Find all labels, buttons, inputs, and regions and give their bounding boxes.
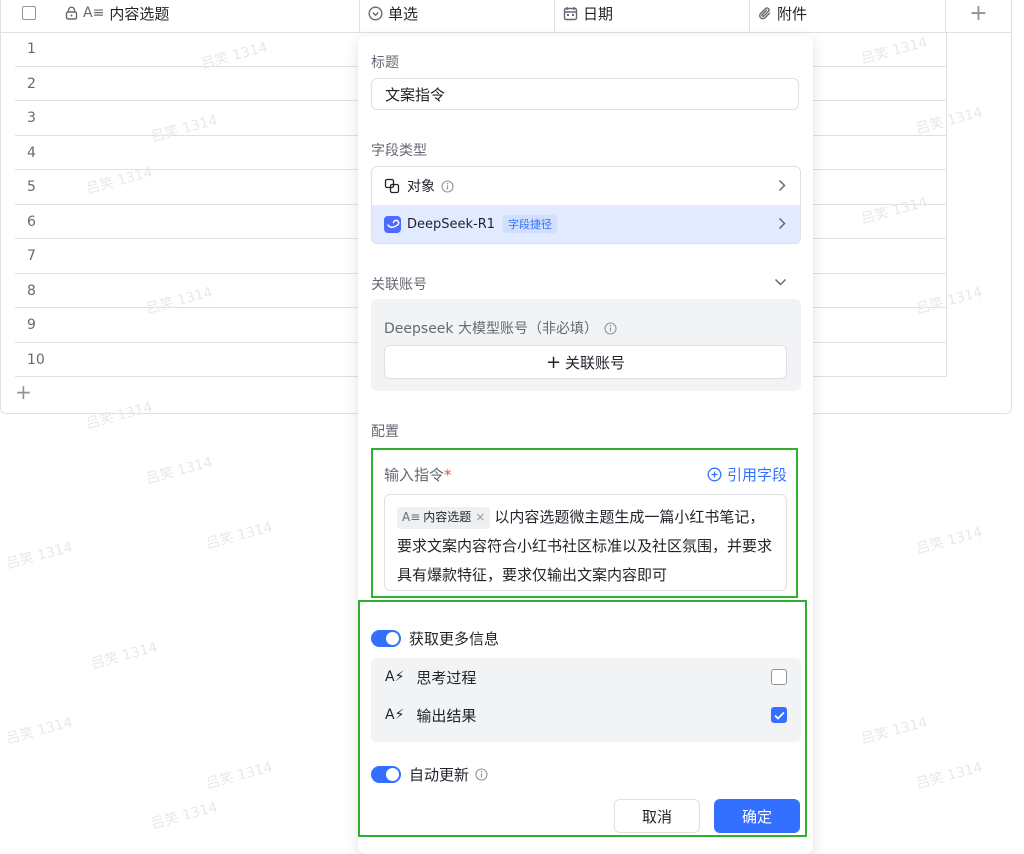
- chevron-right-icon: [778, 177, 786, 196]
- config-label: 配置: [371, 424, 399, 440]
- row-number: 4: [27, 144, 36, 161]
- link-account-button[interactable]: + 关联账号: [384, 345, 787, 379]
- table-header: A≡ 内容选题 单选 日期 附件 +: [1, 0, 1011, 33]
- row-number: 2: [27, 75, 36, 92]
- column-label: 附件: [777, 4, 808, 23]
- linked-account-label: 关联账号: [371, 277, 427, 293]
- field-type-object[interactable]: 对象: [372, 167, 800, 205]
- calendar-icon: [563, 6, 578, 21]
- single-select-icon: [368, 5, 383, 21]
- title-input-value: 文案指令: [385, 85, 446, 104]
- watermark-text: 吕笑 1314: [204, 519, 275, 553]
- plus-icon: +: [969, 0, 988, 26]
- row-number: 3: [27, 110, 36, 126]
- account-hint: Deepseek 大模型账号（非必填）: [384, 318, 617, 338]
- title-label: 标题: [371, 55, 399, 71]
- row-number: 9: [27, 317, 36, 333]
- watermark-text: 吕笑 1314: [144, 454, 215, 488]
- field-type-deepseek-label: DeepSeek-R1: [407, 216, 496, 232]
- row-number: 10: [27, 351, 45, 368]
- select-all-cell[interactable]: [1, 0, 57, 32]
- field-type-label: 字段类型: [371, 143, 427, 159]
- row-number: 1: [27, 41, 36, 57]
- highlight-box-options: [358, 600, 807, 837]
- row-number: 6: [27, 213, 36, 230]
- deepseek-icon: [384, 215, 401, 233]
- watermark-text: 吕笑 1314: [859, 714, 930, 748]
- account-hint-text: Deepseek 大模型账号（非必填）: [384, 321, 598, 337]
- row-number: 5: [27, 179, 36, 195]
- column-header-topic[interactable]: A≡ 内容选题: [57, 0, 360, 32]
- add-column-button[interactable]: +: [946, 0, 1011, 32]
- text-icon: A≡: [83, 5, 105, 21]
- row-number: 8: [27, 282, 36, 299]
- select-all-checkbox[interactable]: [22, 6, 36, 20]
- column-label: 单选: [388, 4, 419, 23]
- title-input[interactable]: 文案指令: [371, 78, 799, 110]
- column-header-date[interactable]: 日期: [555, 0, 750, 32]
- chevron-down-icon[interactable]: [774, 274, 787, 290]
- add-row-button[interactable]: +: [15, 380, 32, 404]
- info-icon[interactable]: [604, 321, 617, 335]
- field-type-selector: 对象 DeepSeek-R1 字段捷径: [371, 166, 801, 244]
- object-icon: [384, 178, 400, 194]
- column-header-attachment[interactable]: 附件: [750, 0, 946, 32]
- field-type-object-label: 对象: [407, 179, 435, 195]
- column-label: 日期: [583, 4, 614, 23]
- linked-account-box: Deepseek 大模型账号（非必填） + 关联账号: [371, 299, 801, 391]
- field-type-deepseek[interactable]: DeepSeek-R1 字段捷径: [372, 205, 800, 243]
- link-account-label: 关联账号: [565, 353, 626, 372]
- column-label: 内容选题: [109, 4, 170, 23]
- plus-icon: +: [545, 351, 562, 373]
- watermark-text: 吕笑 1314: [914, 524, 985, 558]
- paperclip-icon: [758, 6, 772, 21]
- watermark-text: 吕笑 1314: [914, 759, 985, 793]
- shortcut-tag: 字段捷径: [503, 215, 558, 233]
- chevron-right-icon: [778, 215, 786, 234]
- watermark-text: 吕笑 1314: [4, 714, 75, 748]
- lock-icon: [65, 6, 78, 20]
- watermark-text: 吕笑 1314: [204, 759, 275, 793]
- watermark-text: 吕笑 1314: [149, 799, 220, 833]
- info-icon[interactable]: [441, 179, 454, 193]
- watermark-text: 吕笑 1314: [4, 539, 75, 573]
- watermark-text: 吕笑 1314: [89, 639, 160, 673]
- highlight-box-input: [371, 448, 798, 598]
- column-header-single-select[interactable]: 单选: [360, 0, 555, 32]
- row-number: 7: [27, 248, 36, 264]
